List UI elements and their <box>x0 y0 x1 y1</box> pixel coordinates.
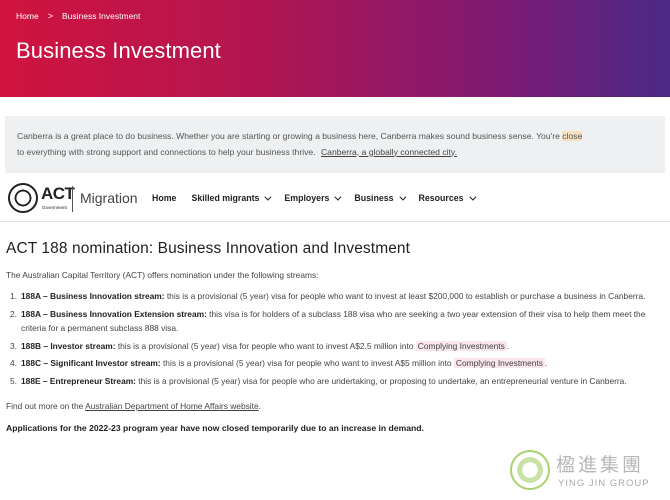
complying-investments-link[interactable]: Complying Investments <box>415 340 507 351</box>
home-affairs-link[interactable]: Australian Department of Home Affairs we… <box>85 401 258 411</box>
stream-description: this is a provisional (5 year) visa for … <box>164 291 646 301</box>
chevron-down-icon <box>468 193 476 201</box>
logo-divider <box>72 186 73 212</box>
stream-name: 188A – Business Innovation Extension str… <box>21 308 207 319</box>
nav-item-label: Resources <box>418 193 464 203</box>
stream-name: 188A – Business Innovation stream: <box>21 291 165 301</box>
site-navigation: ACT Government Migration Home Skilled mi… <box>0 178 670 222</box>
list-number: 4. <box>10 358 17 369</box>
list-item: 3. 188B – Investor stream: this is a pro… <box>6 339 664 354</box>
nav-item-label: Employers <box>284 193 330 203</box>
list-number: 3. <box>10 340 17 351</box>
applications-closed-notice: Applications for the 2022-23 program yea… <box>6 422 424 433</box>
nav-item-business[interactable]: Business <box>354 193 406 203</box>
hero-banner: Home > Business Investment Business Inve… <box>0 0 670 97</box>
stream-name: 188E – Entrepreneur Stream: <box>21 375 136 386</box>
logo-act-text[interactable]: ACT <box>41 184 75 204</box>
stream-description: this is a provisional (5 year) visa for … <box>135 375 627 386</box>
chevron-down-icon <box>264 193 272 201</box>
stream-trailing: . <box>506 340 510 351</box>
nav-item-label: Skilled migrants <box>191 193 260 203</box>
watermark-english: YING JIN GROUP <box>558 478 650 489</box>
breadcrumb-separator-icon: > <box>47 11 53 21</box>
intro-text-2: to everything with strong support and co… <box>17 146 316 157</box>
breadcrumb-current: Business Investment <box>61 11 141 21</box>
nav-item-label: Business <box>354 193 394 203</box>
chevron-down-icon <box>334 193 342 201</box>
intro-text-1: Canberra is a great place to do business… <box>17 131 563 141</box>
find-out-more: Find out more on the Australian Departme… <box>6 401 664 411</box>
intro-highlight: close <box>562 131 583 141</box>
watermark: 楹進集團 YING JIN GROUP <box>510 448 670 498</box>
list-item: 4. 188C – Significant Investor stream: t… <box>6 356 664 371</box>
nav-item-resources[interactable]: Resources <box>418 193 476 203</box>
logo-migration-text[interactable]: Migration <box>80 190 138 206</box>
logo-government-text: Government <box>42 205 67 210</box>
nav-item-home[interactable]: Home <box>152 193 176 203</box>
find-out-suffix: . <box>258 400 261 411</box>
nav-item-employers[interactable]: Employers <box>284 193 342 203</box>
main-content: ACT 188 nomination: Business Innovation … <box>6 240 664 433</box>
nav-item-label: Home <box>152 193 177 203</box>
stream-trailing: . <box>544 358 548 369</box>
canberra-connected-link[interactable]: Canberra, a globally connected city. <box>321 147 457 157</box>
breadcrumb-home-link[interactable]: Home <box>16 11 39 21</box>
stream-description: this is a provisional (5 year) visa for … <box>115 340 416 351</box>
list-number: 5. <box>10 375 17 386</box>
list-item: 1. 188A – Business Innovation stream: th… <box>6 289 664 304</box>
list-number: 1. <box>10 291 17 301</box>
breadcrumb: Home > Business Investment <box>16 11 140 21</box>
list-item: 2. 188A – Business Innovation Extension … <box>6 307 664 336</box>
find-out-prefix: Find out more on the <box>6 400 86 411</box>
list-number: 2. <box>10 308 17 319</box>
lead-paragraph: The Australian Capital Territory (ACT) o… <box>6 270 319 280</box>
stream-name: 188C – Significant Investor stream: <box>21 358 161 369</box>
stream-description: this is a provisional (5 year) visa for … <box>160 358 454 369</box>
intro-box: Canberra is a great place to do business… <box>5 116 665 173</box>
list-item: 5. 188E – Entrepreneur Stream: this is a… <box>6 374 664 389</box>
complying-investments-link[interactable]: Complying Investments <box>453 358 545 369</box>
act-government-seal-icon[interactable] <box>8 183 38 213</box>
watermark-chinese: 楹進集團 <box>556 454 645 476</box>
nav-menu: Home Skilled migrants Employers Business… <box>152 193 489 203</box>
page-title: ACT 188 nomination: Business Innovation … <box>6 240 411 257</box>
nav-item-skilled-migrants[interactable]: Skilled migrants <box>191 193 272 203</box>
streams-list: 1. 188A – Business Innovation stream: th… <box>6 289 664 389</box>
stream-name: 188B – Investor stream: <box>21 340 116 351</box>
chevron-down-icon <box>398 193 406 201</box>
hero-title: Business Investment <box>16 38 221 63</box>
yingjin-logo-icon <box>510 450 550 490</box>
